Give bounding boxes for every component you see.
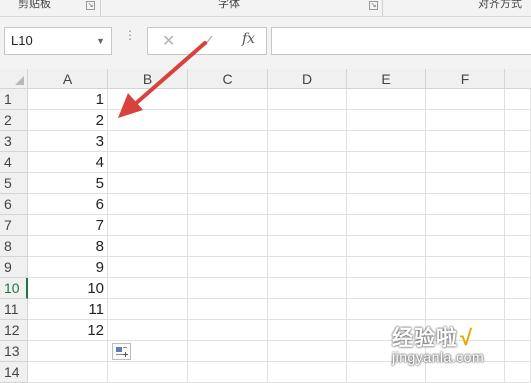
- annotation-arrow: [118, 41, 207, 118]
- watermark-url: jingyanla.com: [392, 349, 485, 365]
- watermark: 经验啦√ jingyanla.com: [392, 322, 527, 365]
- watermark-text: 经验啦: [392, 327, 458, 350]
- arrow-head: [118, 93, 143, 118]
- check-icon: √: [460, 325, 473, 350]
- arrow-shaft: [132, 41, 207, 107]
